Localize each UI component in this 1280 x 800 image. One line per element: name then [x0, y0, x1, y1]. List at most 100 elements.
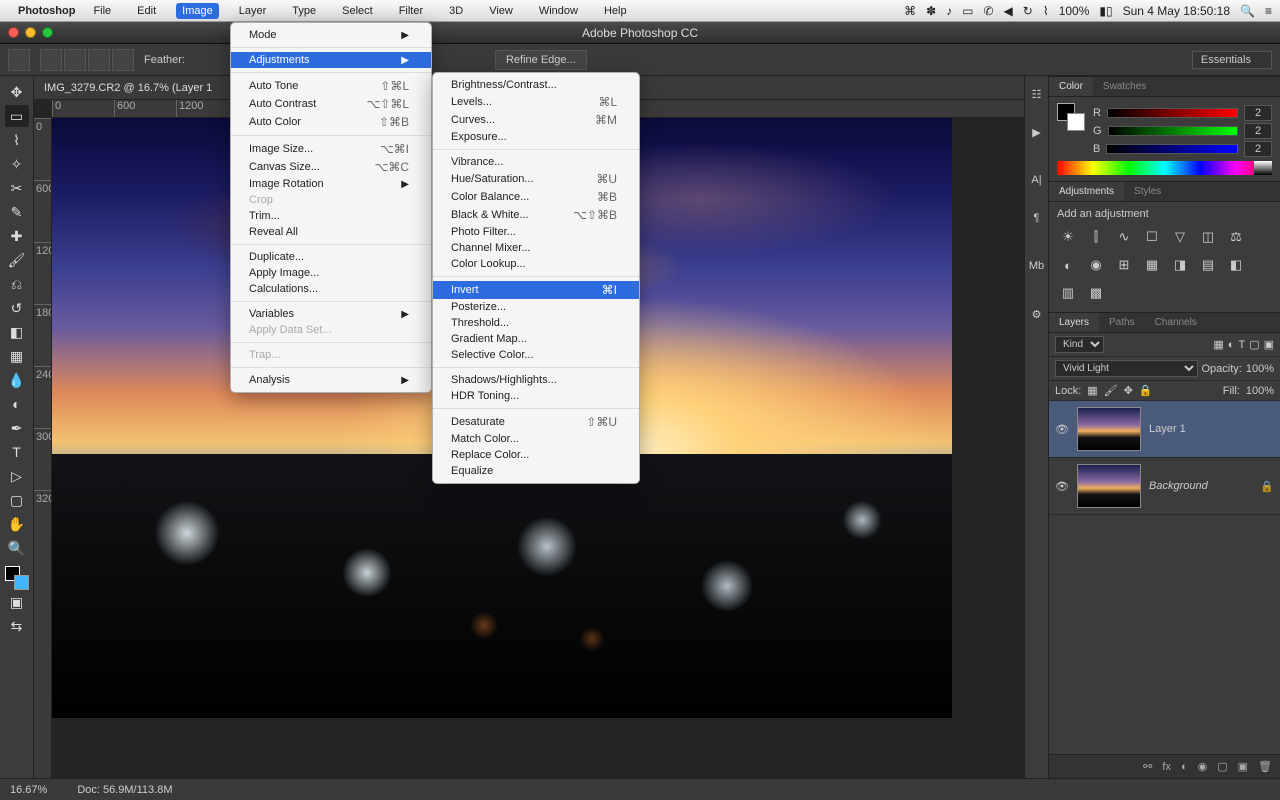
adj-colorbalance-icon[interactable]: ⚖ [1227, 228, 1245, 246]
selection-intersect-icon[interactable] [112, 49, 134, 71]
minimize-window-button[interactable] [25, 27, 36, 38]
adjust-menu-item-vibrance[interactable]: Vibrance... [433, 154, 639, 170]
image-menu-item-variables[interactable]: Variables▶ [231, 306, 431, 322]
blur-tool-icon[interactable]: 💧 [5, 369, 29, 391]
menu-edit[interactable]: Edit [131, 3, 162, 19]
adj-levels-icon[interactable]: ⫿ [1087, 228, 1105, 246]
layer-row[interactable]: 👁Layer 1 [1049, 401, 1280, 458]
pen-tool-icon[interactable]: ✒ [5, 417, 29, 439]
image-menu-item-canvas-size[interactable]: Canvas Size...⌥⌘C [231, 158, 431, 176]
image-menu-item-reveal-all[interactable]: Reveal All [231, 224, 431, 240]
move-tool-icon[interactable]: ✥ [5, 81, 29, 103]
menu-filter[interactable]: Filter [393, 3, 429, 19]
adj-bw-icon[interactable]: ◐ [1059, 256, 1077, 274]
adjust-menu-item-hdr-toning[interactable]: HDR Toning... [433, 388, 639, 404]
filter-adj-icon[interactable]: ◐ [1228, 339, 1235, 351]
menu-type[interactable]: Type [286, 3, 322, 19]
zoom-window-button[interactable] [42, 27, 53, 38]
adjust-menu-item-replace-color[interactable]: Replace Color... [433, 447, 639, 463]
battery-icon[interactable]: ▮▯ [1099, 4, 1112, 18]
new-adj-layer-icon[interactable]: ◉ [1198, 760, 1208, 773]
layer-thumbnail[interactable] [1077, 407, 1141, 451]
delete-layer-icon[interactable]: 🗑 [1258, 760, 1272, 773]
adjust-menu-item-hue-saturation[interactable]: Hue/Saturation...⌘U [433, 170, 639, 188]
image-menu-item-trim[interactable]: Trim... [231, 208, 431, 224]
menu-view[interactable]: View [483, 3, 519, 19]
adj-hue-icon[interactable]: ◫ [1199, 228, 1217, 246]
lasso-tool-icon[interactable]: ⌇ [5, 129, 29, 151]
workspace-switcher[interactable]: Essentials [1192, 51, 1272, 69]
adjust-menu-item-threshold[interactable]: Threshold... [433, 315, 639, 331]
adjust-menu-item-brightness-contrast[interactable]: Brightness/Contrast... [433, 77, 639, 93]
screenmode-tool-icon[interactable]: ⇆ [5, 615, 29, 637]
healing-brush-tool-icon[interactable]: ✚ [5, 225, 29, 247]
volume-icon[interactable]: ◀ [1004, 4, 1013, 18]
image-menu-item-auto-tone[interactable]: Auto Tone⇧⌘L [231, 77, 431, 95]
adj-channelmixer-icon[interactable]: ⊞ [1115, 256, 1133, 274]
tab-swatches[interactable]: Swatches [1093, 77, 1156, 96]
layer-fx-icon[interactable]: fx [1162, 761, 1171, 773]
dodge-tool-icon[interactable]: ◐ [5, 393, 29, 415]
adjust-menu-item-desaturate[interactable]: Desaturate⇧⌘U [433, 413, 639, 431]
paragraph-panel-icon[interactable]: ¶ [1027, 208, 1047, 228]
close-window-button[interactable] [8, 27, 19, 38]
filter-shape-icon[interactable]: ▢ [1249, 338, 1259, 351]
green-value[interactable]: 2 [1244, 123, 1272, 139]
eyedropper-tool-icon[interactable]: ✎ [5, 201, 29, 223]
lock-transparent-icon[interactable]: ▦ [1087, 384, 1097, 397]
red-slider[interactable] [1107, 108, 1238, 118]
filter-smart-icon[interactable]: ▣ [1264, 338, 1274, 351]
brush-tool-icon[interactable]: 🖌 [5, 249, 29, 271]
adjust-menu-item-posterize[interactable]: Posterize... [433, 299, 639, 315]
path-select-tool-icon[interactable]: ▷ [5, 465, 29, 487]
eraser-tool-icon[interactable]: ◧ [5, 321, 29, 343]
zoom-tool-icon[interactable]: 🔍 [5, 537, 29, 559]
fg-bg-color-swatch[interactable] [5, 566, 29, 590]
layer-visibility-icon[interactable]: 👁 [1055, 480, 1069, 493]
lock-all-icon[interactable]: 🔒 [1139, 384, 1153, 397]
adj-selectivecolor-icon[interactable]: ▩ [1087, 284, 1105, 302]
filter-pixel-icon[interactable]: ▦ [1213, 338, 1223, 351]
opacity-value[interactable]: 100% [1246, 363, 1274, 375]
sync-icon[interactable]: ↻ [1023, 4, 1033, 18]
tab-channels[interactable]: Channels [1145, 313, 1207, 332]
tool-preset-picker[interactable] [8, 49, 30, 71]
menu-3d[interactable]: 3D [443, 3, 469, 19]
history-panel-icon[interactable]: ☷ [1027, 84, 1047, 104]
image-menu-item-image-size[interactable]: Image Size...⌥⌘I [231, 140, 431, 158]
layer-name[interactable]: Layer 1 [1149, 423, 1274, 435]
app-name[interactable]: Photoshop [18, 5, 75, 17]
menu-window[interactable]: Window [533, 3, 584, 19]
blue-slider[interactable] [1106, 144, 1238, 154]
menu-select[interactable]: Select [336, 3, 379, 19]
phone-icon[interactable]: ✆ [983, 4, 993, 18]
layer-thumbnail[interactable] [1077, 464, 1141, 508]
image-menu-item-mode[interactable]: Mode▶ [231, 27, 431, 43]
green-slider[interactable] [1108, 126, 1238, 136]
adj-photofilter-icon[interactable]: ◉ [1087, 256, 1105, 274]
adj-threshold-icon[interactable]: ◧ [1227, 256, 1245, 274]
new-layer-icon[interactable]: ▣ [1238, 760, 1248, 773]
link-layers-icon[interactable]: ⚯ [1143, 760, 1152, 773]
quickmask-tool-icon[interactable]: ▣ [5, 591, 29, 613]
clone-stamp-tool-icon[interactable]: ⎌ [5, 273, 29, 295]
wifi-icon[interactable]: ⌇ [1043, 4, 1049, 18]
adjust-menu-item-invert[interactable]: Invert⌘I [433, 281, 639, 299]
layer-name[interactable]: Background [1149, 480, 1252, 492]
lock-position-icon[interactable]: ✥ [1124, 384, 1133, 397]
adjust-menu-item-black-white[interactable]: Black & White...⌥⇧⌘B [433, 206, 639, 224]
spotlight-icon[interactable]: 🔍 [1240, 4, 1255, 18]
adjust-menu-item-equalize[interactable]: Equalize [433, 463, 639, 479]
actions-panel-icon[interactable]: ▶ [1027, 122, 1047, 142]
zoom-level[interactable]: 16.67% [10, 784, 47, 796]
selection-add-icon[interactable] [64, 49, 86, 71]
clock[interactable]: Sun 4 May 18:50:18 [1123, 4, 1230, 18]
adjust-menu-item-gradient-map[interactable]: Gradient Map... [433, 331, 639, 347]
layer-filter-kind[interactable]: Kind [1055, 336, 1104, 353]
image-menu-item-auto-contrast[interactable]: Auto Contrast⌥⇧⌘L [231, 95, 431, 113]
new-group-icon[interactable]: ▢ [1217, 760, 1227, 773]
adj-curves-icon[interactable]: ∿ [1115, 228, 1133, 246]
tab-styles[interactable]: Styles [1124, 182, 1171, 201]
menu-layer[interactable]: Layer [233, 3, 273, 19]
adjust-menu-item-color-lookup[interactable]: Color Lookup... [433, 256, 639, 272]
